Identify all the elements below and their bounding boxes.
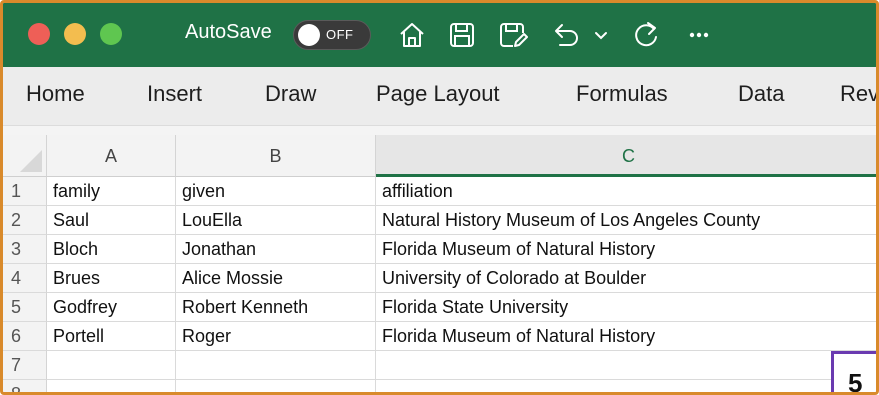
cell-c8[interactable] <box>376 380 876 392</box>
cell-a1[interactable]: family <box>47 177 176 206</box>
cell-b7[interactable] <box>176 351 376 380</box>
cell-a7[interactable] <box>47 351 176 380</box>
cell-a6[interactable]: Portell <box>47 322 176 351</box>
cell-b2[interactable]: LouElla <box>176 206 376 235</box>
cell-c5[interactable]: Florida State University <box>376 293 876 322</box>
dropdown-icon[interactable] <box>591 19 611 51</box>
select-all-corner[interactable] <box>3 135 47 177</box>
row-header[interactable]: 1 <box>3 177 47 206</box>
tab-insert[interactable]: Insert <box>147 81 202 107</box>
tab-page-layout[interactable]: Page Layout <box>376 81 500 107</box>
cell-b8[interactable] <box>176 380 376 392</box>
cell-c3[interactable]: Florida Museum of Natural History <box>376 235 876 264</box>
row-header[interactable]: 5 <box>3 293 47 322</box>
row-header[interactable]: 4 <box>3 264 47 293</box>
tab-review[interactable]: Rev <box>840 81 876 107</box>
column-header-c[interactable]: C <box>376 135 876 177</box>
tab-formulas[interactable]: Formulas <box>576 81 668 107</box>
cell-c2[interactable]: Natural History Museum of Los Angeles Co… <box>376 206 876 235</box>
cell-a4[interactable]: Brues <box>47 264 176 293</box>
column-header-b[interactable]: B <box>176 135 376 177</box>
row-header[interactable]: 2 <box>3 206 47 235</box>
toggle-knob <box>298 24 320 46</box>
cell-c4[interactable]: University of Colorado at Boulder <box>376 264 876 293</box>
cell-b3[interactable]: Jonathan <box>176 235 376 264</box>
home-icon[interactable] <box>396 19 428 51</box>
cell-a2[interactable]: Saul <box>47 206 176 235</box>
cell-b4[interactable]: Alice Mossie <box>176 264 376 293</box>
cell-b6[interactable]: Roger <box>176 322 376 351</box>
row-header[interactable]: 3 <box>3 235 47 264</box>
tab-data[interactable]: Data <box>738 81 784 107</box>
cell-a8[interactable] <box>47 380 176 392</box>
title-bar: AutoSave OFF <box>3 3 876 67</box>
cell-b1[interactable]: given <box>176 177 376 206</box>
autosave-toggle[interactable]: OFF <box>293 20 371 50</box>
autosave-state: OFF <box>326 27 354 42</box>
row-header[interactable]: 6 <box>3 322 47 351</box>
tab-draw[interactable]: Draw <box>265 81 316 107</box>
redo-icon[interactable] <box>630 19 662 51</box>
ribbon-tabs: Home Insert Draw Page Layout Formulas Da… <box>3 67 876 125</box>
tab-home[interactable]: Home <box>26 81 85 107</box>
autosave-label: AutoSave <box>185 21 272 43</box>
cell-c7[interactable] <box>376 351 876 380</box>
cell-a5[interactable]: Godfrey <box>47 293 176 322</box>
row-header[interactable]: 7 <box>3 351 47 380</box>
save-as-icon[interactable] <box>496 19 528 51</box>
undo-icon[interactable] <box>550 19 582 51</box>
column-header-a[interactable]: A <box>47 135 176 177</box>
cell-c6[interactable]: Florida Museum of Natural History <box>376 322 876 351</box>
close-window-button[interactable] <box>28 23 50 45</box>
excel-window: AutoSave OFF Home Insert Draw Page Layou… <box>0 0 879 395</box>
overlay-badge: 5 <box>831 351 876 392</box>
cell-b5[interactable]: Robert Kenneth <box>176 293 376 322</box>
cell-a3[interactable]: Bloch <box>47 235 176 264</box>
minimize-window-button[interactable] <box>64 23 86 45</box>
spreadsheet-grid[interactable]: A B C 1 family given affiliation 2 Saul … <box>3 135 876 392</box>
zoom-window-button[interactable] <box>100 23 122 45</box>
row-header[interactable]: 8 <box>3 380 47 392</box>
more-icon[interactable] <box>683 19 715 51</box>
save-icon[interactable] <box>446 19 478 51</box>
cell-c1[interactable]: affiliation <box>376 177 876 206</box>
